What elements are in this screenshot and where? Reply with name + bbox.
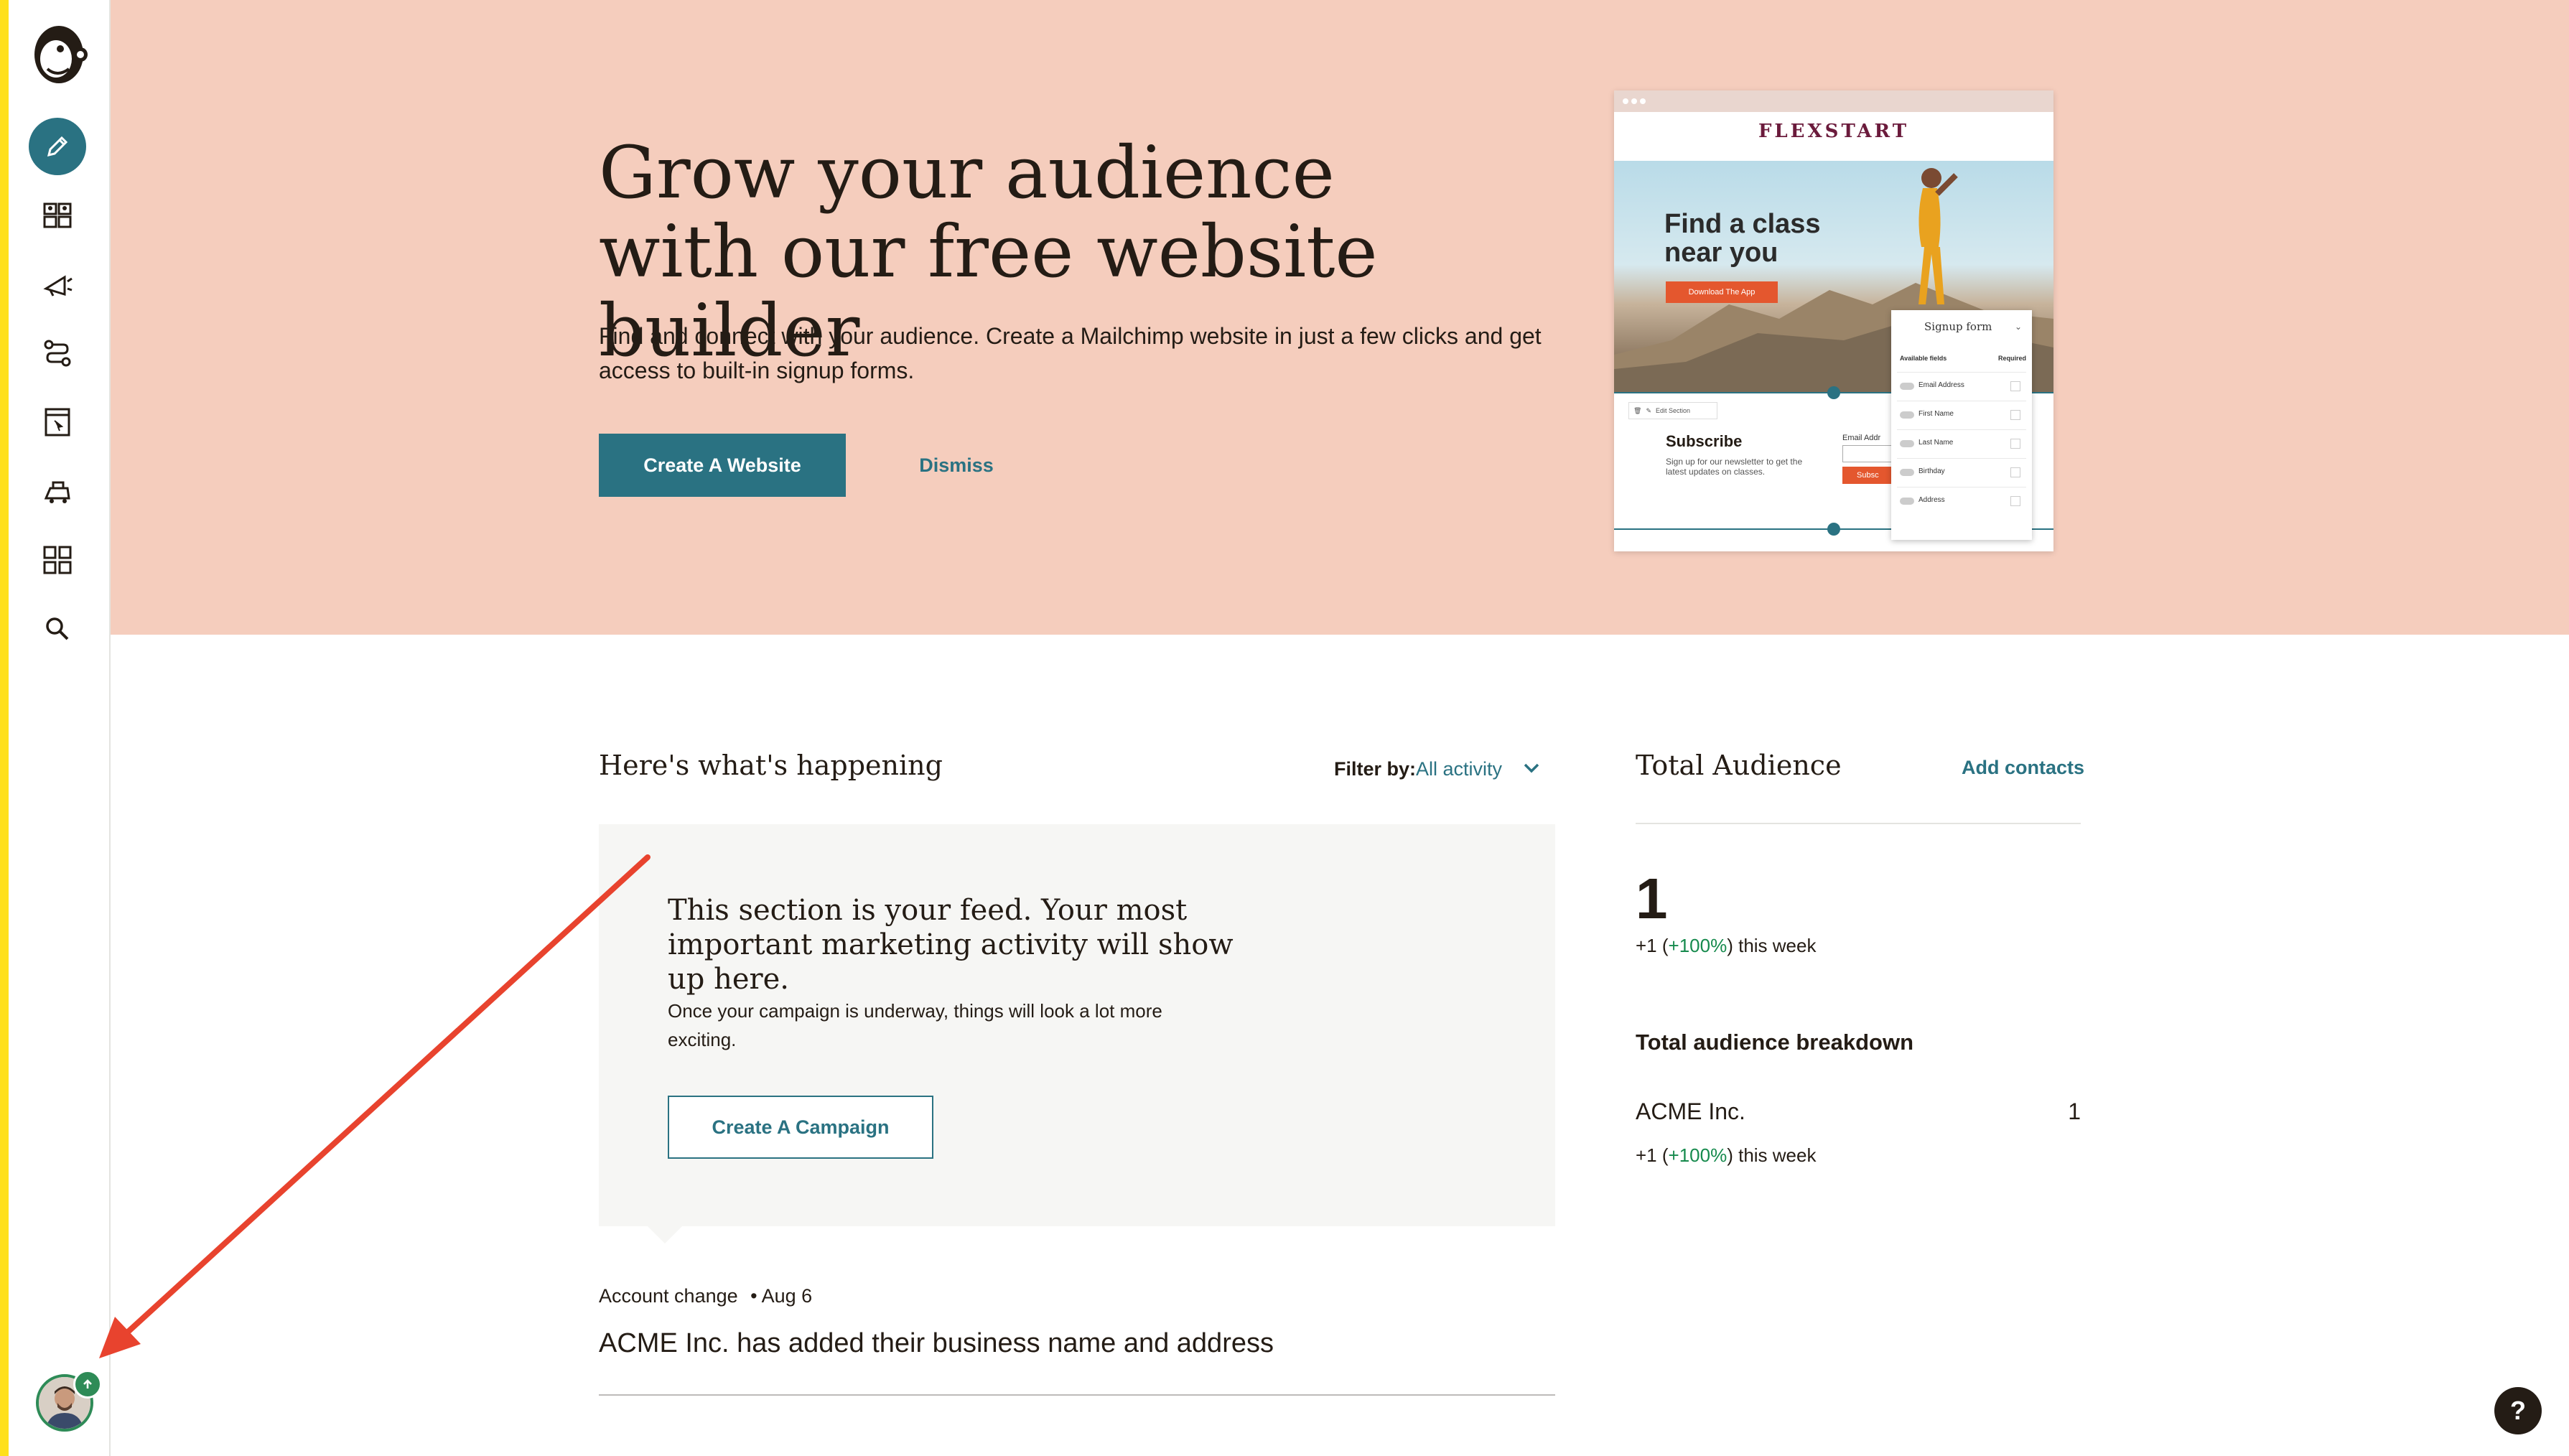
- feed-item-meta: Account change • Aug 6: [599, 1285, 812, 1307]
- add-section-icon: [1827, 523, 1840, 536]
- divider: [599, 1394, 1555, 1396]
- edit-pencil-icon: ✎: [1646, 406, 1651, 414]
- breakdown-weekly-change: +1 (+100%) this week: [1636, 1144, 1817, 1166]
- pencil-icon: [47, 136, 68, 157]
- create-website-button[interactable]: Create A Website: [599, 434, 846, 497]
- sidebar-item-content-studio[interactable]: [29, 462, 86, 520]
- sidebar-item-audience[interactable]: [29, 187, 86, 244]
- breakdown-name[interactable]: ACME Inc.: [1636, 1098, 1745, 1125]
- website-preview: FLEXSTART Find a class near you Download…: [1614, 90, 2053, 551]
- breakdown-title: Total audience breakdown: [1636, 1030, 1914, 1055]
- account-menu[interactable]: [36, 1370, 102, 1434]
- audience-count: 1: [1636, 867, 1668, 930]
- preview-subscribe-desc: Sign up for our newsletter to get the la…: [1666, 457, 1803, 477]
- add-contacts-link[interactable]: Add contacts: [1962, 757, 2084, 779]
- help-button[interactable]: ?: [2494, 1387, 2542, 1434]
- trash-icon: 🗑: [1633, 406, 1642, 414]
- preview-edit-section: 🗑 ✎ Edit Section: [1628, 402, 1717, 419]
- preview-email-label: Email Addr: [1842, 434, 1881, 442]
- brand-strip: [0, 0, 9, 1456]
- preview-signup-form-panel: Signup form ⌄ Available fields Required …: [1891, 310, 2032, 540]
- signup-field-row: First Name: [1897, 401, 2026, 429]
- feed-empty-state: This section is your feed. Your most imp…: [599, 824, 1555, 1226]
- preview-download-button: Download The App: [1666, 281, 1778, 303]
- add-section-icon: [1827, 386, 1840, 399]
- create-campaign-button[interactable]: Create A Campaign: [668, 1096, 933, 1159]
- feed-empty-description: Once your campaign is underway, things w…: [668, 1000, 1162, 1050]
- signup-form-title: Signup form: [1924, 320, 1992, 333]
- filter-label: Filter by:: [1334, 758, 1417, 780]
- chevron-down-icon[interactable]: [1521, 760, 1542, 777]
- preview-subscribe-title: Subscribe: [1666, 432, 1743, 450]
- hero-description: Find and connect with your audience. Cre…: [599, 323, 1542, 383]
- divider: [1636, 823, 2081, 824]
- signup-col-required: Required: [1997, 355, 2026, 362]
- sidebar-item-campaigns[interactable]: [29, 256, 86, 313]
- sidebar-item-search[interactable]: [29, 600, 86, 658]
- dismiss-button[interactable]: Dismiss: [885, 434, 1028, 497]
- audience-weekly-change: +1 (+100%) this week: [1636, 935, 1817, 956]
- audience-title: Total Audience: [1636, 750, 1842, 781]
- feed-pointer: [646, 1225, 684, 1243]
- sidebar-item-website[interactable]: [29, 393, 86, 451]
- feed-heading: Here's what's happening: [599, 750, 943, 781]
- signup-field-row: Email Address: [1897, 372, 2026, 400]
- megaphone-icon: [43, 275, 73, 297]
- sidebar-item-integrations[interactable]: [29, 531, 86, 589]
- feed-item-text[interactable]: ACME Inc. has added their business name …: [599, 1328, 1274, 1359]
- integrations-icon: [43, 546, 72, 574]
- content-studio-icon: [44, 481, 70, 503]
- feed-item-date: • Aug 6: [750, 1285, 813, 1307]
- signup-field-row: Address: [1897, 487, 2026, 515]
- preview-brand: FLEXSTART: [1758, 121, 1910, 142]
- sidebar-item-automations[interactable]: [29, 325, 86, 382]
- audience-icon: [43, 202, 72, 228]
- preview-browser-bar: [1614, 90, 2053, 112]
- preview-headline: Find a class near you: [1664, 209, 1821, 268]
- upgrade-arrow-icon[interactable]: [73, 1370, 102, 1399]
- sidebar-item-create[interactable]: [29, 118, 86, 175]
- audience-percent: +100%: [1668, 935, 1728, 956]
- signup-field-row: Last Name: [1897, 429, 2026, 457]
- search-icon: [46, 617, 69, 640]
- feed-empty-title: This section is your feed. Your most imp…: [668, 894, 1234, 996]
- filter-dropdown[interactable]: All activity: [1416, 758, 1502, 780]
- breakdown-value: 1: [2068, 1098, 2081, 1124]
- hero-banner: Grow your audience with our free website…: [111, 0, 2569, 635]
- automations-icon: [44, 340, 71, 367]
- signup-col-fields: Available fields: [1900, 355, 1947, 362]
- feed-item-type: Account change: [599, 1285, 738, 1307]
- chevron-down-icon: ⌄: [2014, 322, 2022, 332]
- signup-field-row: Birthday: [1897, 458, 2026, 486]
- website-icon: [45, 408, 70, 437]
- mailchimp-logo-icon[interactable]: [27, 19, 90, 88]
- sidebar: [9, 0, 111, 1456]
